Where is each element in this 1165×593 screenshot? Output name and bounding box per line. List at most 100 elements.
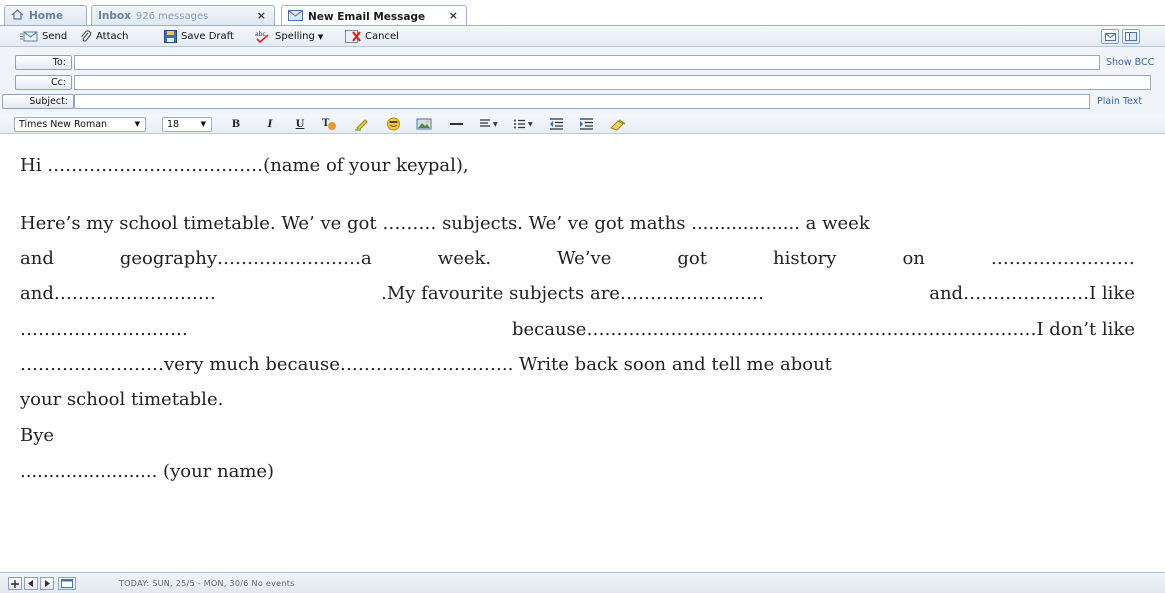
- cancel-label: Cancel: [365, 31, 399, 42]
- list-button[interactable]: ▼: [512, 116, 538, 132]
- cc-field[interactable]: [74, 75, 1151, 90]
- tab-new-email[interactable]: New Email Message ×: [281, 5, 467, 27]
- subject-row: Subject: Plain Text: [0, 94, 1142, 110]
- previous-button[interactable]: [24, 577, 38, 590]
- chevron-down-icon: ▼: [200, 120, 206, 128]
- pages-icon: [1125, 32, 1137, 41]
- cancel-icon: [345, 30, 361, 43]
- body-line-4: and……………………… .My favourite subjects are……: [20, 283, 1135, 304]
- envelope-icon: [288, 9, 303, 24]
- show-bcc-link[interactable]: Show BCC: [1106, 57, 1154, 68]
- next-button[interactable]: [40, 577, 54, 590]
- text-color-icon: T: [322, 118, 336, 130]
- message-body-editor[interactable]: Hi ………………………………(name of your keypal), He…: [0, 135, 1160, 571]
- bullet-list-icon: ▼: [514, 119, 533, 129]
- floppy-disk-icon: [164, 30, 177, 43]
- underline-button[interactable]: U: [292, 116, 308, 132]
- body-word: week.: [437, 248, 492, 269]
- spellcheck-icon: abc: [255, 31, 269, 43]
- tab-home[interactable]: Home: [4, 5, 87, 26]
- mail-view-button[interactable]: [1101, 29, 1119, 44]
- insert-image-button[interactable]: [416, 116, 432, 132]
- horizontal-rule-icon: [449, 123, 463, 125]
- read-receipt-button[interactable]: [1122, 29, 1140, 44]
- send-icon: [20, 31, 38, 42]
- chevron-down-icon: ▼: [317, 32, 324, 41]
- body-line-2: Here’s my school timetable. We’ ve got ……: [20, 213, 1135, 234]
- body-line-6: ……………………very much because……………………….. Wri…: [20, 354, 1135, 375]
- cc-button[interactable]: Cc:: [15, 75, 72, 90]
- body-line-7: your school timetable.: [20, 389, 224, 410]
- chevron-down-icon: ▼: [134, 120, 140, 128]
- body-line-signature: ........................ (your name): [20, 461, 275, 482]
- text-color-button[interactable]: T: [321, 116, 337, 132]
- emoticon-button[interactable]: [385, 116, 401, 132]
- body-line-6-text: ……………………very much because……………………….. Wri…: [20, 354, 832, 375]
- paperclip-icon: [81, 30, 92, 42]
- tab-inbox-count: 926 messages: [135, 10, 209, 22]
- bold-button[interactable]: B: [228, 116, 244, 132]
- body-word: We’ve: [557, 248, 612, 269]
- svg-text:▼: ▼: [493, 121, 498, 128]
- send-button[interactable]: Send: [20, 29, 67, 44]
- indent-icon: [579, 118, 593, 130]
- font-size-select[interactable]: 18 ▼: [162, 117, 212, 132]
- indent-button[interactable]: [578, 116, 594, 132]
- body-line-bye: Bye: [20, 425, 55, 446]
- save-draft-label: Save Draft: [181, 31, 234, 42]
- tab-bar: Home Inbox 926 messages × New Email Mess…: [0, 0, 1165, 27]
- calendar-button[interactable]: [58, 577, 76, 590]
- body-line-5: ………………………. because……………………………………………………………: [20, 319, 1135, 340]
- cancel-button[interactable]: Cancel: [345, 29, 399, 44]
- attach-button[interactable]: Attach: [80, 29, 128, 44]
- attach-label: Attach: [96, 31, 129, 42]
- to-button[interactable]: To:: [15, 55, 72, 70]
- tab-home-label: Home: [29, 10, 64, 22]
- subject-label: Subject:: [2, 94, 74, 109]
- highlight-button[interactable]: [353, 116, 369, 132]
- image-icon: [416, 118, 432, 130]
- body-segment: and…………………I like: [929, 283, 1135, 304]
- to-row: To: Show BCC: [15, 55, 1155, 71]
- body-word: history: [773, 248, 837, 269]
- close-icon[interactable]: ×: [449, 9, 458, 22]
- send-label: Send: [42, 31, 68, 42]
- plain-text-link[interactable]: Plain Text: [1097, 96, 1142, 107]
- agenda-status-text: TODAY: SUN, 25/5 - MON, 30/6 No events: [119, 579, 295, 588]
- body-line-3: and geography……………………a week. We’ve got h…: [20, 248, 1135, 269]
- envelope-icon: [1104, 32, 1116, 41]
- body-word: on: [902, 248, 925, 269]
- to-field[interactable]: [74, 55, 1100, 70]
- body-word: ……………………: [990, 248, 1135, 269]
- subject-field[interactable]: [74, 94, 1090, 109]
- message-header: To: Show BCC Cc: Subject: Plain Text: [0, 47, 1165, 114]
- signature-button[interactable]: [609, 116, 627, 132]
- format-toolbar: Times New Roman ▼ 18 ▼ B I U T ▼ ▼: [0, 114, 1165, 134]
- italic-button[interactable]: I: [262, 116, 278, 132]
- body-line-greeting: Hi ………………………………(name of your keypal),: [20, 155, 469, 176]
- font-family-select[interactable]: Times New Roman ▼: [14, 117, 146, 132]
- smiley-icon: [386, 117, 400, 131]
- tab-inbox[interactable]: Inbox 926 messages ×: [91, 5, 275, 26]
- compose-toolbar: Send Attach Save Draft abc Spelling ▼ Ca…: [0, 26, 1165, 47]
- body-segment: ……………………….: [20, 319, 188, 340]
- font-family-value: Times New Roman: [19, 119, 108, 130]
- align-button[interactable]: ▼: [478, 116, 502, 132]
- horizontal-rule-button[interactable]: [448, 116, 464, 132]
- save-draft-button[interactable]: Save Draft: [164, 29, 234, 44]
- highlighter-icon: [354, 119, 368, 131]
- outdent-icon: [549, 118, 563, 130]
- outdent-button[interactable]: [548, 116, 564, 132]
- spelling-button[interactable]: abc Spelling ▼: [255, 29, 323, 44]
- close-icon[interactable]: ×: [257, 9, 266, 22]
- plus-icon: [11, 579, 19, 588]
- spelling-label: Spelling: [275, 31, 315, 42]
- svg-text:abc: abc: [255, 31, 266, 38]
- body-segment: .My favourite subjects are……………………: [381, 283, 764, 304]
- arrow-left-icon: [28, 580, 33, 587]
- calendar-icon: [61, 579, 73, 588]
- add-event-button[interactable]: [8, 577, 22, 590]
- tab-new-email-label: New Email Message: [308, 10, 426, 23]
- body-word: got: [677, 248, 707, 269]
- body-segment: and………………………: [20, 283, 216, 304]
